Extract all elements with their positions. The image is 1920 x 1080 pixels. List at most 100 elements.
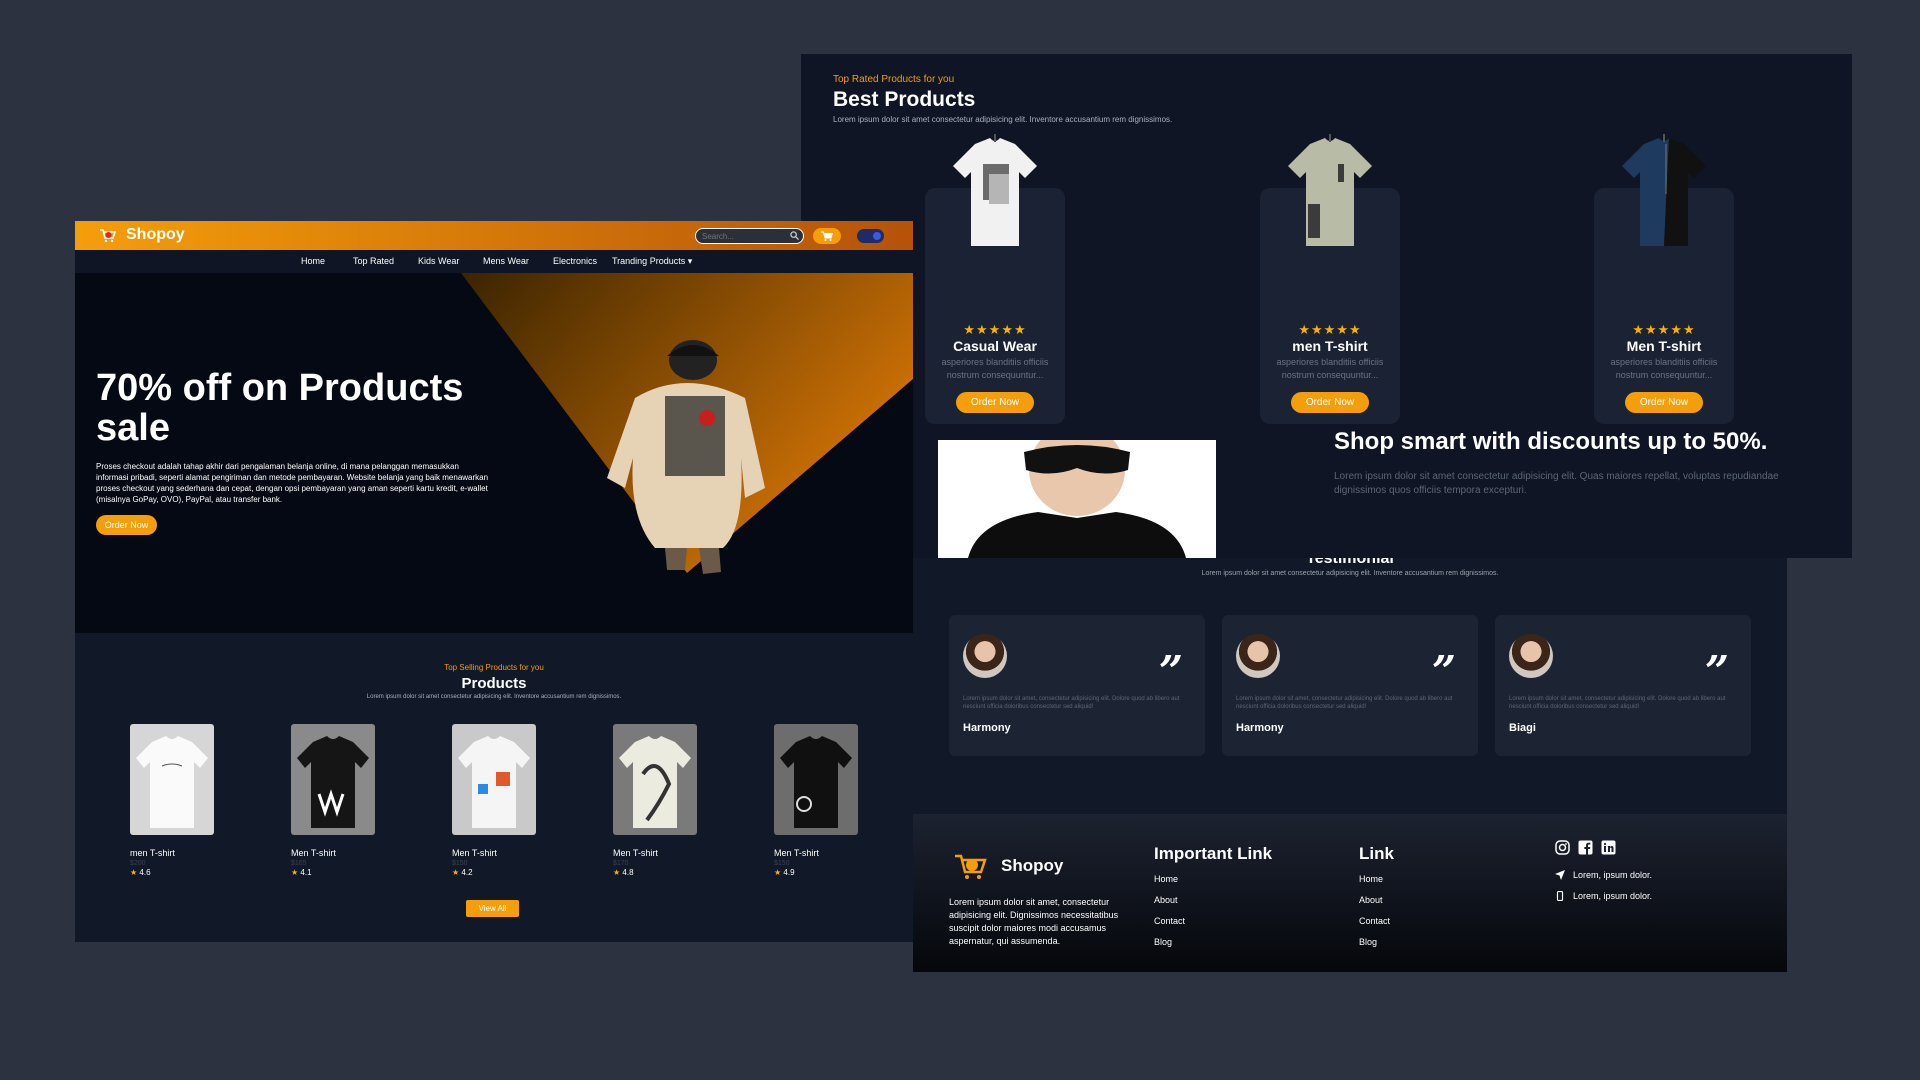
product-name: Men T-shirt [774, 848, 819, 858]
product-name: men T-shirt [130, 848, 175, 858]
linkedin-icon[interactable] [1601, 840, 1616, 855]
instagram-icon[interactable] [1555, 840, 1570, 855]
testimonial-panel: Testimonial Lorem ipsum dolor sit amet c… [913, 558, 1787, 814]
model-sunglasses-image [938, 440, 1216, 558]
footer-heading: Link [1359, 844, 1394, 863]
product-name: Men T-shirt [1626, 338, 1702, 354]
facebook-icon[interactable] [1578, 840, 1593, 855]
shopoy-logo-icon[interactable] [99, 227, 116, 243]
footer-link-about[interactable]: About [1359, 895, 1394, 916]
menu-item-tranding-products[interactable]: Tranding Products ▾ [612, 256, 692, 267]
best-products-panel: Top Rated Products for you Best Products… [801, 54, 1852, 558]
order-now-button[interactable]: Order Now [1625, 392, 1703, 413]
footer-link-home[interactable]: Home [1154, 874, 1272, 895]
product-price: $150 [452, 860, 468, 867]
product-tile[interactable]: Men T-shirt $150 ★ 4.9 [774, 724, 858, 877]
search-icon[interactable] [790, 231, 799, 240]
product-description: asperiores blanditiis officiis nostrum c… [1276, 357, 1384, 380]
product-image [130, 724, 214, 835]
best-products-header: Top Rated Products for you Best Products… [833, 74, 1172, 124]
menu-item-electronics[interactable]: Electronics [553, 256, 597, 266]
product-name: Casual Wear [953, 338, 1037, 354]
footer-link-blog[interactable]: Blog [1359, 937, 1394, 958]
footer-contact-text: Lorem, ipsum dolor. [1573, 891, 1653, 901]
testimonial-text: Lorem ipsum dolor sit amet, consectetur … [1509, 696, 1726, 710]
product-rating: ★ 4.6 [130, 868, 214, 877]
best-subtitle: Top Rated Products for you [833, 74, 955, 85]
product-tile[interactable]: Men T-shirt $170 ★ 4.8 [613, 724, 697, 877]
footer-links: Link Home About Contact Blog [1359, 844, 1394, 958]
hero-section: 70% off on Products sale Proses checkout… [75, 273, 913, 633]
product-name: men T-shirt [1292, 338, 1368, 354]
top-navbar: Shopoy [75, 221, 913, 250]
quote-icon: ” [1431, 647, 1456, 696]
product-image [291, 724, 375, 835]
rating-value: 4.6 [139, 868, 151, 877]
footer-link-about[interactable]: About [1154, 895, 1272, 916]
product-name: Men T-shirt [452, 848, 497, 858]
social-icons [1555, 840, 1616, 855]
avatar [1236, 634, 1280, 678]
star-icon: ★ [452, 868, 460, 877]
product-name: Men T-shirt [613, 848, 658, 858]
product-price: $165 [291, 860, 307, 867]
promo-image [938, 440, 1216, 558]
star-icon: ★ [130, 868, 138, 877]
product-image [452, 724, 536, 835]
menu-item-top-rated[interactable]: Top Rated [353, 256, 394, 266]
best-product-card: ★★★★★ men T-shirt asperiores blanditiis … [1260, 134, 1400, 424]
product-rating: ★ 4.8 [613, 868, 697, 877]
menu-item-mens-wear[interactable]: Mens Wear [483, 256, 529, 266]
footer-brand: Shopoy [1001, 856, 1064, 875]
cart-icon [821, 231, 834, 241]
product-rating: ★ 4.9 [774, 868, 858, 877]
footer-contact-location: Lorem, ipsum dolor. [1555, 870, 1652, 880]
dark-mode-toggle[interactable] [857, 229, 884, 243]
view-all-button[interactable]: View All [466, 900, 519, 917]
footer-contact-phone: Lorem, ipsum dolor. [1555, 891, 1652, 901]
products-title: Products [461, 675, 527, 692]
hero-background-shape [461, 273, 913, 573]
best-title: Best Products [833, 88, 976, 111]
testimonial-name: Harmony [1236, 722, 1284, 734]
product-tile[interactable]: men T-shirt $200 ★ 4.6 [130, 724, 214, 877]
hero-title: 70% off on Products sale [96, 367, 464, 449]
menu-item-home[interactable]: Home [301, 256, 325, 266]
footer-link-blog[interactable]: Blog [1154, 937, 1272, 958]
footer-link-contact[interactable]: Contact [1359, 916, 1394, 937]
footer-link-home[interactable]: Home [1359, 874, 1394, 895]
shopoy-home-panel: Shopoy Home Top Rated Kids Wear Mens Wea… [75, 221, 913, 942]
rating-value: 4.9 [783, 868, 795, 877]
rating-stars: ★★★★★ [963, 322, 1027, 337]
rating-value: 4.8 [622, 868, 634, 877]
products-header: Top Selling Products for you Products Lo… [75, 663, 913, 700]
search-input[interactable] [695, 228, 804, 244]
order-now-button[interactable]: Order Now [1291, 392, 1369, 413]
star-icon: ★ [291, 868, 299, 877]
testimonial-card: ” Lorem ipsum dolor sit amet, consectetu… [1222, 615, 1478, 756]
main-menu: Home Top Rated Kids Wear Mens Wear Elect… [75, 250, 913, 273]
cart-button[interactable] [813, 228, 841, 244]
product-image [774, 724, 858, 835]
menu-item-kids-wear[interactable]: Kids Wear [418, 256, 459, 266]
order-now-button[interactable]: Order Now [956, 392, 1034, 413]
product-price: $150 [774, 860, 790, 867]
quote-icon: ” [1158, 647, 1183, 696]
testimonial-text: Lorem ipsum dolor sit amet, consectetur … [963, 696, 1180, 710]
brand-name[interactable]: Shopoy [126, 226, 185, 244]
toggle-icon [873, 232, 881, 240]
hero-order-now-button[interactable]: Order Now [96, 515, 157, 535]
shirt-white-image [953, 134, 1037, 246]
avatar [963, 634, 1007, 678]
best-description: Lorem ipsum dolor sit amet consectetur a… [833, 115, 1173, 124]
product-tile[interactable]: Men T-shirt $150 ★ 4.2 [452, 724, 536, 877]
product-description: asperiores blanditiis officiis nostrum c… [941, 357, 1049, 380]
avatar [1509, 634, 1553, 678]
product-rating: ★ 4.2 [452, 868, 536, 877]
product-tile[interactable]: Men T-shirt $165 ★ 4.1 [291, 724, 375, 877]
star-icon: ★ [613, 868, 621, 877]
hero-model-image [607, 340, 765, 574]
footer-link-contact[interactable]: Contact [1154, 916, 1272, 937]
star-icon: ★ [774, 868, 782, 877]
quote-icon: ” [1704, 647, 1729, 696]
